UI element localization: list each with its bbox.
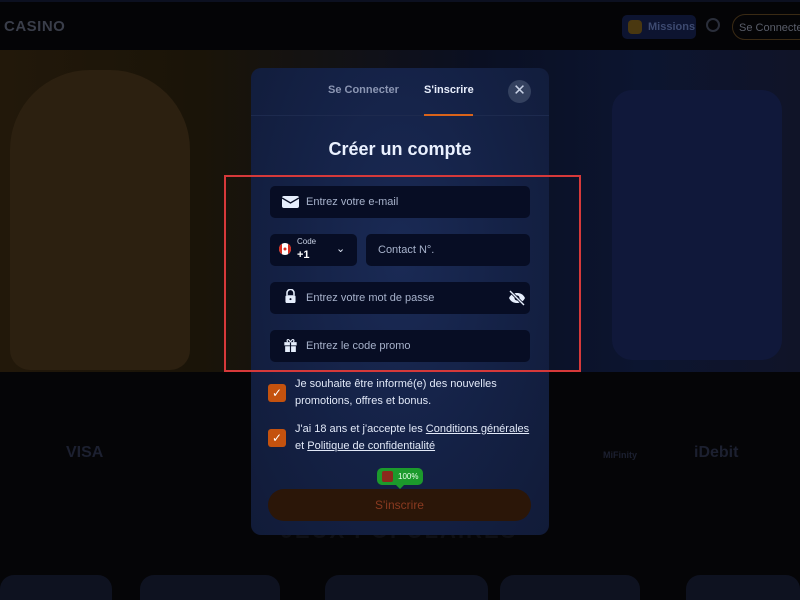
highlight-box (224, 175, 581, 372)
terms-conditions-link[interactable]: Conditions générales (426, 423, 529, 435)
game-tile[interactable] (140, 575, 280, 600)
signup-submit-button[interactable]: S'inscrire (268, 489, 531, 521)
tab-login[interactable]: Se Connecter (328, 84, 399, 96)
game-tile[interactable] (686, 575, 800, 600)
bonus-percent: 100% (398, 472, 419, 481)
game-tile[interactable] (325, 575, 488, 600)
newsletter-label: Je souhaite être informé(e) des nouvelle… (295, 378, 497, 407)
bonus-badge: 100% (377, 468, 423, 489)
missions-label: Missions (648, 21, 696, 33)
modal-title: Créer un compte (328, 139, 472, 159)
game-tile[interactable] (500, 575, 640, 600)
newsletter-checkbox[interactable]: ✓ (268, 384, 286, 402)
casino-logo[interactable]: CASINO (4, 18, 65, 35)
payment-logo-visa: VISA (66, 444, 104, 461)
top-bar: CASINO Missions Se Connecter (0, 0, 800, 50)
terms-text: J'ai 18 ans et j'accepte les (295, 423, 423, 435)
missions-button[interactable]: Missions (622, 15, 696, 39)
terms-label: J'ai 18 ans et j'accepte les Conditions … (295, 421, 535, 455)
modal-tabs: Se Connecter S'inscrire ✕ (251, 68, 549, 116)
payment-logo-mifinity: MiFinity (603, 450, 637, 460)
privacy-policy-link[interactable]: Politique de confidentialité (307, 440, 435, 452)
close-icon[interactable]: ✕ (508, 80, 531, 103)
header-login-button[interactable]: Se Connecter (732, 14, 800, 40)
slot-machine-image (612, 90, 782, 360)
banner-character (10, 70, 190, 370)
terms-and-text: et (295, 440, 305, 452)
active-tab-indicator (424, 114, 473, 116)
game-tile[interactable] (0, 575, 112, 600)
tab-signup[interactable]: S'inscrire (424, 84, 474, 96)
gamepad-icon (628, 20, 642, 34)
payment-logo-idebit: iDebit (694, 444, 739, 461)
gift-box-icon (382, 471, 393, 482)
terms-checkbox[interactable]: ✓ (268, 429, 286, 447)
search-icon[interactable] (706, 18, 720, 32)
